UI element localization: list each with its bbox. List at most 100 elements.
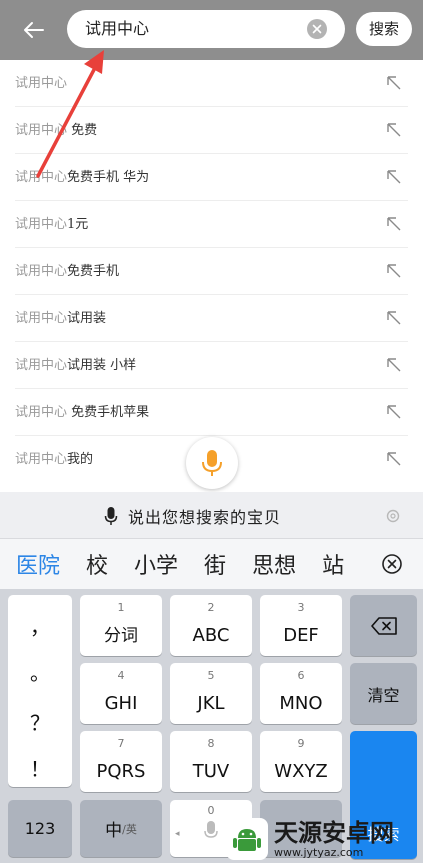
key-8[interactable]: 8 TUV (170, 731, 252, 792)
close-candidates-icon[interactable] (381, 553, 403, 575)
key-number: 4 (117, 669, 125, 682)
suggestion-text: 试用中心试用装 小样 (15, 358, 137, 373)
language-main-label: 中 (105, 821, 123, 841)
key-label: DEF (283, 625, 319, 646)
voice-hint[interactable]: 说出您想搜索的宝贝 (104, 492, 281, 539)
clear-input-button[interactable] (307, 19, 327, 39)
candidate-bar: 医院 校 小学 街 思想 站 (0, 539, 423, 589)
voice-search-button[interactable] (186, 437, 238, 489)
suggestion-text: 试用中心试用装 (15, 311, 107, 326)
search-button[interactable]: 搜索 (356, 12, 412, 46)
suggestion-text: 试用中心 免费手机苹果 (15, 405, 150, 420)
key-number: 5 (207, 669, 215, 682)
suggestion-list: 试用中心 试用中心 免费 试用中心免费手机 华为 试用中心1元 试用中心免费手机… (0, 60, 423, 492)
close-icon (312, 24, 322, 34)
key-5[interactable]: 5 JKL (170, 663, 252, 724)
candidate-word[interactable]: 站 (322, 548, 344, 580)
back-arrow-icon (24, 22, 44, 38)
key-number: 0 (207, 804, 215, 817)
key-2[interactable]: 2 ABC (170, 595, 252, 656)
key-number: 6 (297, 669, 305, 682)
microphone-icon (202, 450, 222, 476)
key-label: JKL (197, 693, 225, 714)
suggestion-item[interactable]: 试用中心试用装 小样 (15, 342, 408, 389)
suggestion-text: 试用中心 (15, 76, 68, 91)
voice-hint-bar: 说出您想搜索的宝贝 (0, 492, 423, 539)
punctuation-key[interactable]: ！ (8, 753, 72, 782)
key-6[interactable]: 6 MNO (260, 663, 342, 724)
key-label: WXYZ (274, 761, 328, 782)
suggestion-text: 试用中心1元 (15, 217, 89, 232)
suggestion-item[interactable]: 试用中心 (15, 60, 408, 107)
key-number: 8 (207, 737, 215, 750)
suggestion-text: 试用中心我的 (15, 452, 94, 467)
candidate-word[interactable]: 医院 (16, 548, 60, 580)
fill-query-arrow-icon[interactable] (384, 167, 404, 187)
key-number: 1 (117, 601, 125, 614)
microphone-icon (104, 506, 118, 525)
suggestion-item[interactable]: 试用中心试用装 (15, 295, 408, 342)
fill-query-arrow-icon[interactable] (384, 449, 404, 469)
candidate-word[interactable]: 小学 (134, 548, 178, 580)
key-3[interactable]: 3 DEF (260, 595, 342, 656)
fill-query-arrow-icon[interactable] (384, 120, 404, 140)
android-logo-icon (226, 818, 268, 860)
suggestion-item[interactable]: 试用中心 免费手机苹果 (15, 389, 408, 436)
cursor-left-icon: ◂ (175, 829, 180, 839)
key-number: 2 (207, 601, 215, 614)
key-number: 3 (297, 601, 305, 614)
backspace-key[interactable] (350, 595, 417, 656)
fill-query-arrow-icon[interactable] (384, 402, 404, 422)
suggestion-item[interactable]: 试用中心免费手机 (15, 248, 408, 295)
punctuation-key[interactable]: ， (8, 611, 72, 640)
punctuation-key[interactable]: 。 (8, 657, 72, 686)
key-number: 7 (117, 737, 125, 750)
numeric-switch-key[interactable]: 123 (8, 800, 72, 857)
backspace-icon (370, 616, 397, 635)
key-label: PQRS (96, 761, 146, 782)
gear-icon[interactable] (385, 508, 401, 524)
candidate-word[interactable]: 街 (204, 548, 226, 580)
suggestion-item[interactable]: 试用中心 免费 (15, 107, 408, 154)
search-header: 试用中心 搜索 (0, 0, 423, 60)
language-switch-key[interactable]: 中 /英 (80, 800, 162, 857)
suggestion-text: 试用中心免费手机 (15, 264, 120, 279)
candidate-list: 医院 校 小学 街 思想 站 (16, 539, 368, 589)
key-label: TUV (192, 761, 230, 782)
fill-query-arrow-icon[interactable] (384, 73, 404, 93)
key-1[interactable]: 1 分词 (80, 595, 162, 656)
key-label: ABC (192, 625, 230, 646)
suggestion-item[interactable]: 试用中心免费手机 华为 (15, 154, 408, 201)
suggestion-text: 试用中心 免费 (15, 123, 98, 138)
key-4[interactable]: 4 GHI (80, 663, 162, 724)
key-label: GHI (104, 693, 138, 714)
key-9[interactable]: 9 WXYZ (260, 731, 342, 792)
fill-query-arrow-icon[interactable] (384, 308, 404, 328)
fill-query-arrow-icon[interactable] (384, 261, 404, 281)
suggestion-text: 试用中心免费手机 华为 (15, 170, 150, 185)
watermark: 天源安卓网 www.jytyaz.com (226, 818, 394, 860)
watermark-title: 天源安卓网 (274, 817, 394, 847)
watermark-text: 天源安卓网 www.jytyaz.com (274, 817, 394, 859)
fill-query-arrow-icon[interactable] (384, 355, 404, 375)
clear-key-label: 清空 (367, 685, 400, 705)
key-label: MNO (279, 693, 323, 714)
language-sub-label: /英 (122, 822, 137, 836)
watermark-url: www.jytyaz.com (274, 845, 364, 859)
microphone-icon (204, 821, 218, 838)
punctuation-key[interactable]: ？ (8, 707, 72, 736)
voice-hint-text: 说出您想搜索的宝贝 (128, 507, 282, 527)
key-number: 9 (297, 737, 305, 750)
key-7[interactable]: 7 PQRS (80, 731, 162, 792)
search-query: 试用中心 (85, 19, 150, 38)
search-input[interactable]: 试用中心 (67, 10, 345, 48)
punctuation-column[interactable]: ， 。 ？ ！ (8, 595, 72, 787)
clear-key[interactable]: 清空 (350, 663, 417, 724)
numeric-switch-label: 123 (24, 819, 56, 838)
suggestion-item[interactable]: 试用中心1元 (15, 201, 408, 248)
candidate-word[interactable]: 校 (86, 548, 108, 580)
back-button[interactable] (16, 14, 50, 46)
key-label: 分词 (104, 626, 138, 646)
fill-query-arrow-icon[interactable] (384, 214, 404, 234)
candidate-word[interactable]: 思想 (252, 548, 296, 580)
